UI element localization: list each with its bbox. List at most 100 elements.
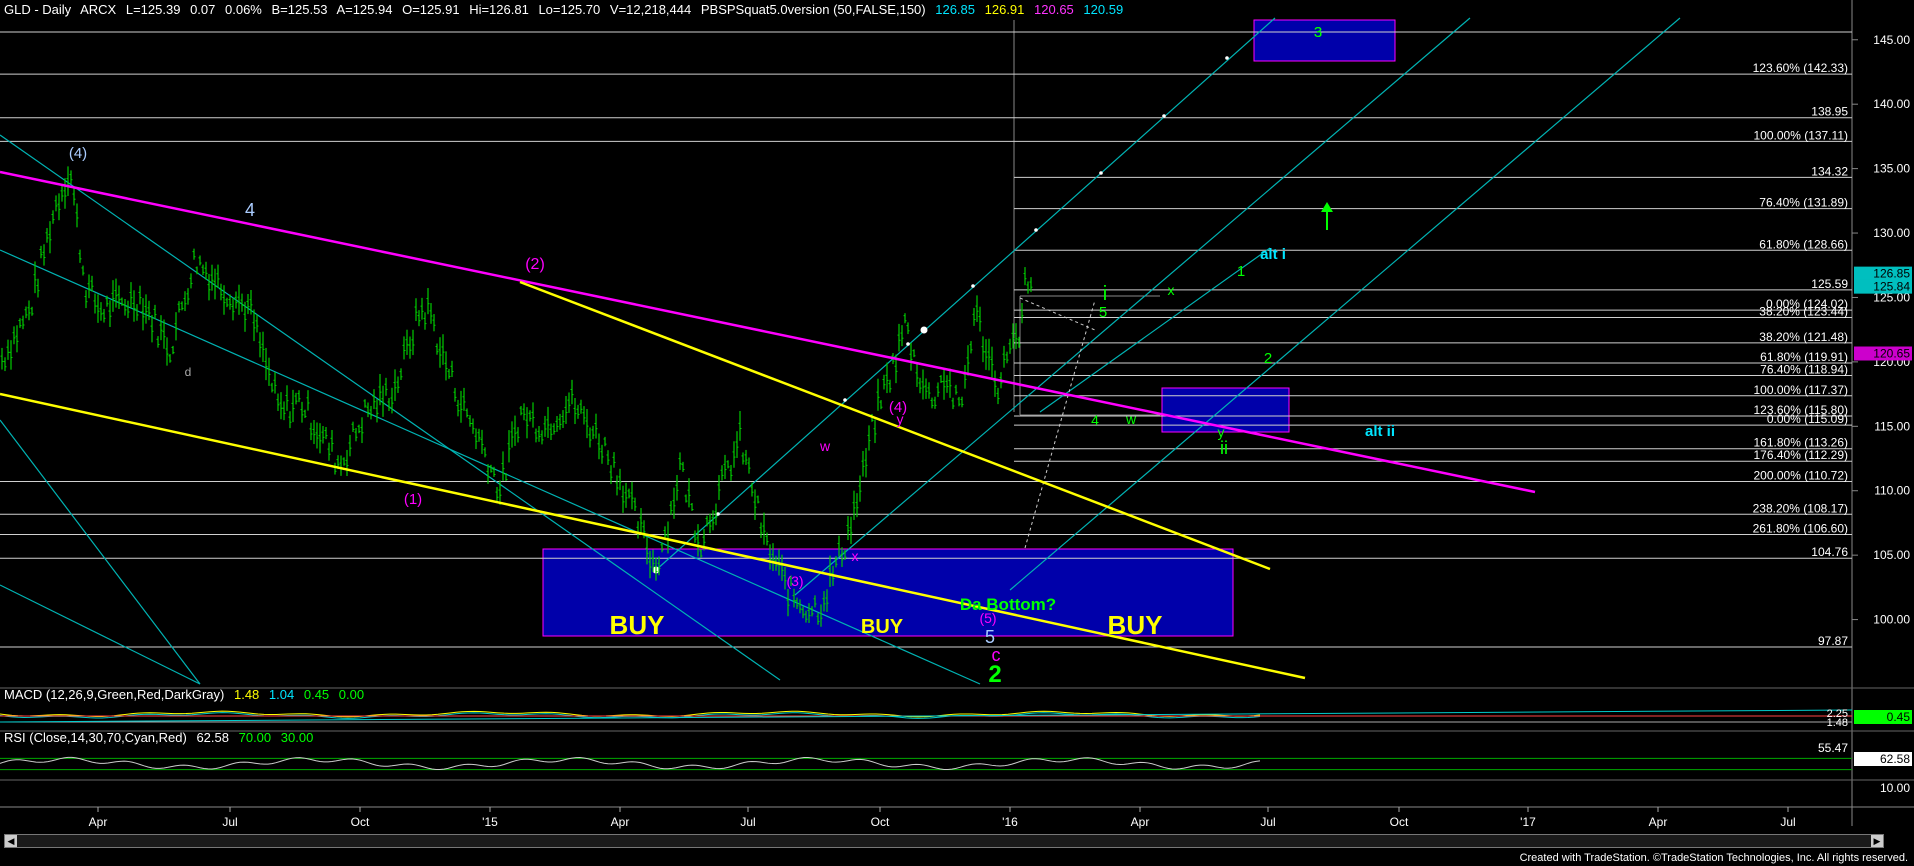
macd-header: MACD (12,26,9,Green,Red,DarkGray) 1.48 1… [4,687,370,702]
wave-label: 4 [245,200,255,220]
chart-window: 123.60% (142.33) 138.95 100.00% (137.11) 13… [0,0,1914,866]
y-tick-label: 115.00 [1874,419,1910,433]
rsi-header: RSI (Close,14,30,70,Cyan,Red) 62.58 70.0… [4,730,319,745]
fib-level-label: 238.20% (108.17) [1753,501,1848,515]
fib-level-label: 38.20% (121.48) [1759,330,1848,344]
wave-label: y [897,411,904,427]
symbol: GLD - Daily [4,2,72,17]
x-tick-label: Jul [1780,815,1795,829]
channel-line [0,249,981,685]
y-tick-label: 130.00 [1873,226,1910,240]
fib-level-label: 134.32 [1811,164,1848,178]
trend-line-dotted [1024,299,1096,549]
x-tick-label: Jul [740,815,755,829]
fib-level-label: 125.59 [1811,277,1848,291]
x-tick-label: Apr [1649,815,1668,829]
last-price: L=125.39 [125,2,181,17]
open: O=125.91 [402,2,460,17]
macd-axis-label: 1.48 [1827,717,1848,729]
fib-level-label: 176.40% (112.29) [1753,448,1848,462]
rsi-val: 70.00 [238,730,272,745]
volume: V=12,218,444 [609,2,692,17]
scroll-left-icon[interactable]: ◀ [5,835,17,847]
wave-label: 5 [1099,304,1107,321]
wave-label: BUY [610,610,665,640]
x-tick-label: Apr [1131,815,1150,829]
rsi-val: 62.58 [196,730,229,745]
wave-label: ii [1220,438,1228,458]
rsi-val: 30.00 [280,730,314,745]
wave-label: 1 [1237,263,1245,280]
channel-line [0,419,201,685]
wave-label: 5 [985,627,995,647]
study-val: 126.91 [984,2,1025,17]
wave-label: i [1103,283,1107,305]
fib-level-label: 261.80% (106.60) [1753,522,1848,536]
fib-level-label: 100.00% (137.11) [1753,128,1848,142]
study-val: 120.65 [1034,2,1074,17]
study-name: PBSPSquat5.0version (50,FALSE,150) [700,2,926,17]
fib-level-label: 76.40% (131.89) [1759,196,1848,210]
macd-val: 1.48 [233,687,260,702]
wave-label: 2 [1264,350,1272,367]
channel-line [655,17,1276,571]
macd-label: MACD (12,26,9,Green,Red,DarkGray) [4,687,225,702]
macd-val: 0.45 [303,687,330,702]
y-tick-label: 145.00 [1873,33,1910,47]
rsi-label: RSI (Close,14,30,70,Cyan,Red) [4,730,187,745]
rsi-tag-label: 62.58 [1880,752,1910,766]
fib-level-label: 38.20% (123.44) [1759,305,1848,319]
wave-label: w [819,438,831,454]
y-tick-label: 105.00 [1873,548,1910,562]
channel-line [1039,247,1271,413]
wave3-target-box [1253,19,1396,62]
fib-level-label: 61.80% (128.66) [1759,237,1848,251]
wave-label: (3) [786,573,803,589]
price-tag-label: 120.65 [1873,347,1910,361]
wave-label: w [1125,411,1137,427]
wave-label: alt i [1260,246,1286,263]
study-val: 120.59 [1083,2,1124,17]
ask: A=125.94 [336,2,393,17]
wave-label: BUY [1108,610,1163,640]
y-tick-label: 100.00 [1873,613,1910,627]
wave-label: x [852,548,859,564]
wave-label: BUY [861,616,904,638]
channel-line [0,584,201,685]
x-tick-label: Oct [1390,815,1409,829]
x-tick-label: Apr [611,815,630,829]
macd-tag-label: 0.45 [1887,710,1911,724]
x-tick-label: Oct [871,815,890,829]
y-tick-label: 135.00 [1873,162,1910,176]
rsi-line [0,756,1261,771]
fib-level-label: 97.87 [1818,634,1848,648]
wave-label: 3 [1314,24,1322,41]
x-tick-label: '16 [1002,815,1018,829]
fib-level-label: 0.00% (115.09) [1767,412,1848,426]
fib-level-label: 100.00% (117.37) [1753,383,1848,397]
price-tag-label: 125.84 [1873,280,1910,294]
wave-label: x [1168,282,1175,298]
scroll-right-icon[interactable]: ▶ [1871,835,1883,847]
wave-label: alt ii [1365,423,1395,440]
study-val: 126.85 [935,2,975,17]
y-tick-label: 140.00 [1873,97,1910,111]
high: Hi=126.81 [469,2,529,17]
rsi-axis-label: 55.47 [1818,741,1848,755]
macd-val: 1.04 [268,687,295,702]
chart-header: GLD - Daily ARCX L=125.39 0.07 0.06% B=1… [4,2,1129,17]
credit-text: Created with TradeStation. ©TradeStation… [1519,852,1908,864]
bid: B=125.53 [271,2,328,17]
wave-label: (2) [525,256,545,273]
x-tick-label: Jul [222,815,237,829]
x-tick-label: Jul [1260,815,1275,829]
exchange: ARCX [80,2,117,17]
y-tick-label: 110.00 [1874,484,1910,498]
wave-label: (1) [404,491,422,508]
macd-val: 0.00 [338,687,365,702]
wave-label: (4) [69,145,87,162]
fib-level-label: 104.76 [1811,545,1848,559]
horizontal-scrollbar[interactable]: ◀ ▶ [4,834,1884,848]
price-tag-label: 126.85 [1873,267,1910,281]
rsi-axis-label: 10.00 [1880,781,1910,795]
